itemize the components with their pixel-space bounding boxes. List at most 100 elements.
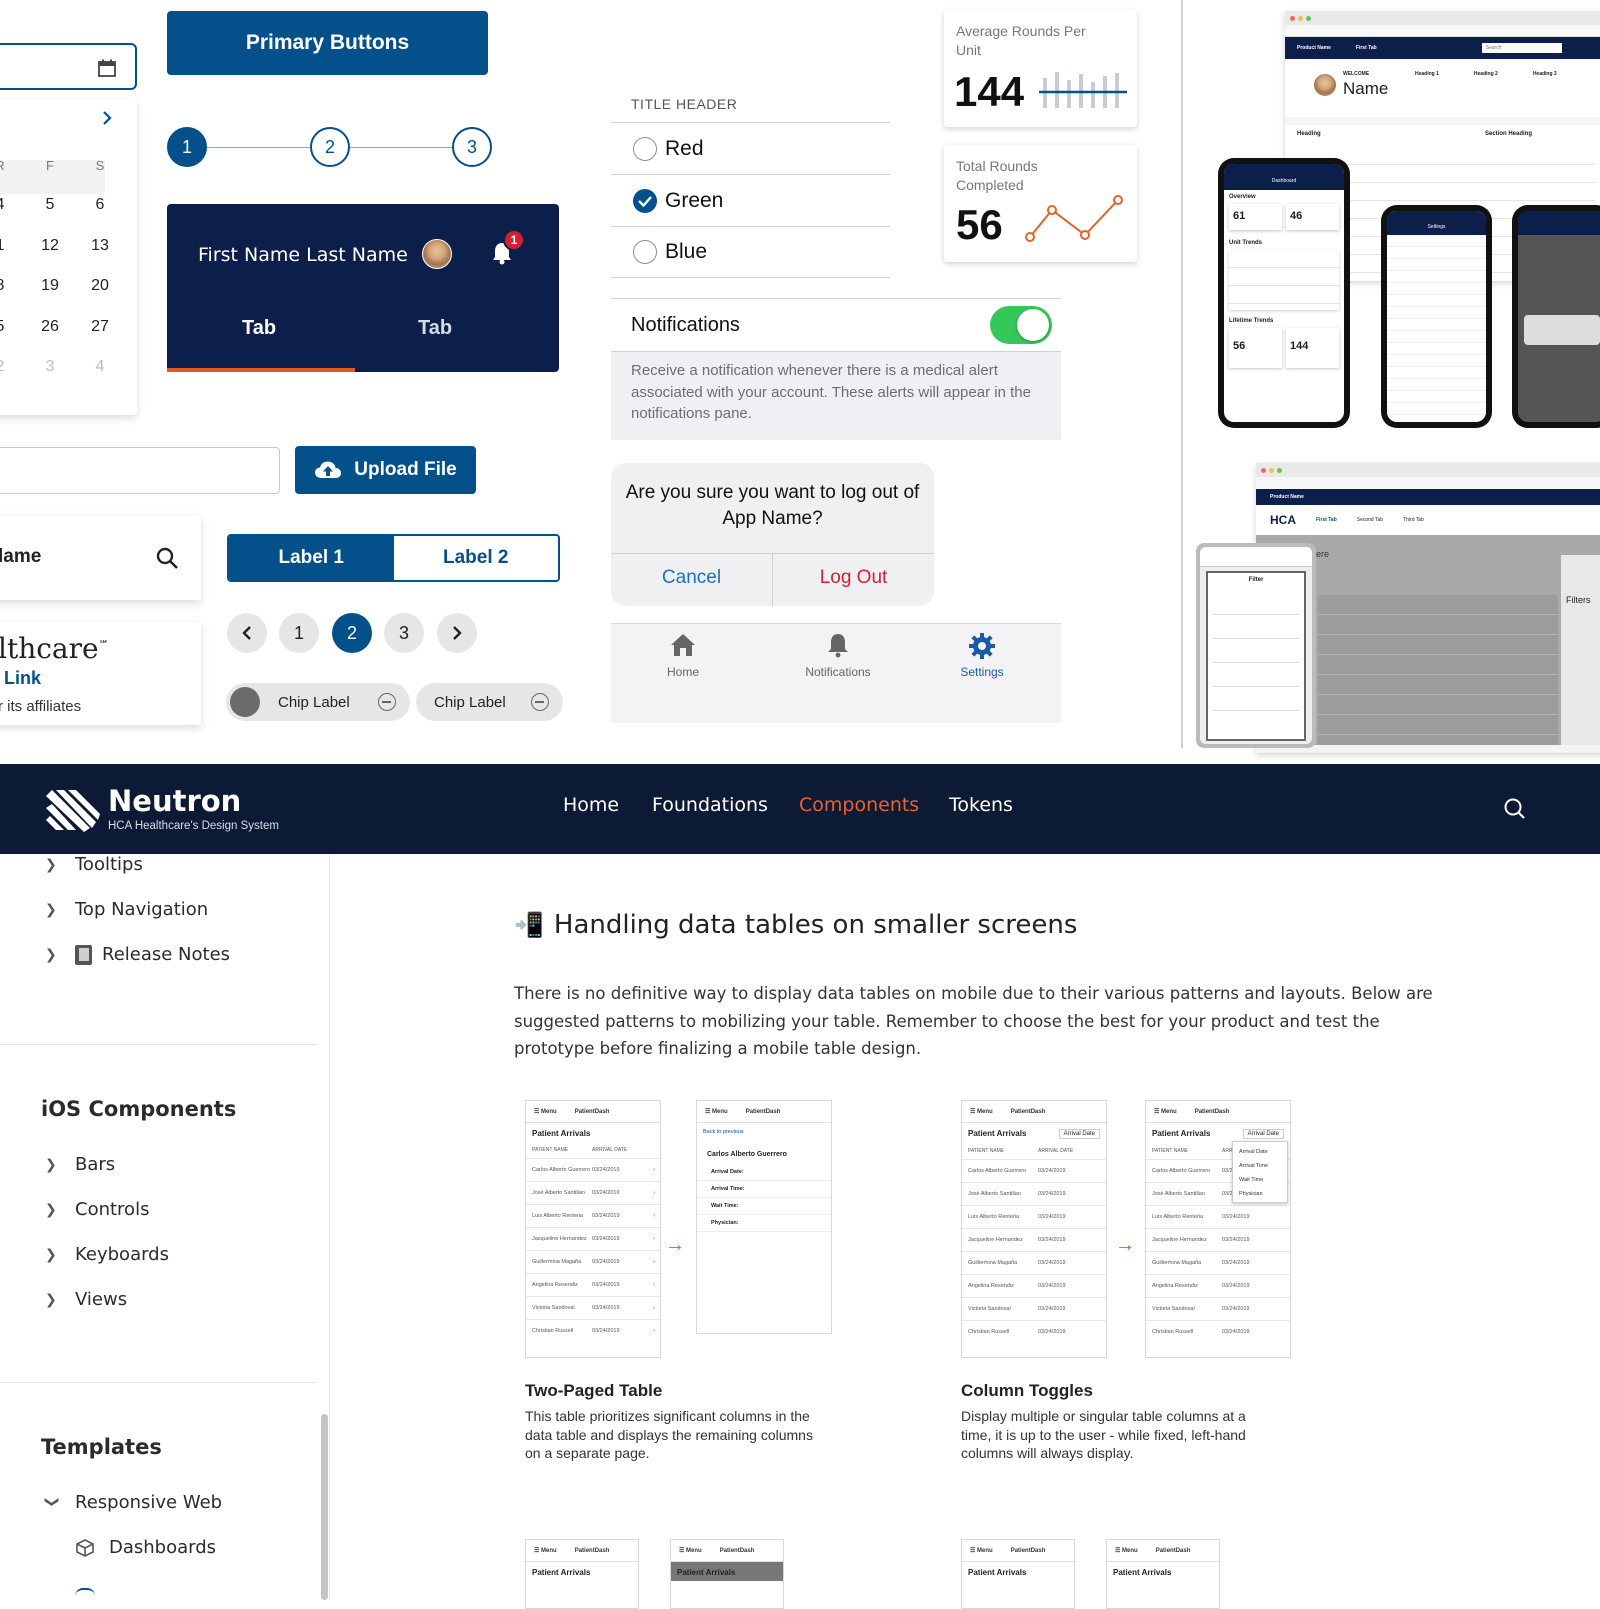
tabbar-label: Notifications (805, 665, 871, 679)
pagination-page-3[interactable]: 3 (384, 613, 424, 653)
tabbar-notifications[interactable]: Notifications (783, 632, 893, 679)
phone-mockup-dashboard: Dashboard Overview 61 46 Unit Trends Lif… (1218, 158, 1350, 428)
radio-option-red[interactable]: Red (611, 122, 890, 174)
calendar-day[interactable]: 5 (0, 318, 15, 336)
pagination-page-1[interactable]: 1 (279, 613, 319, 653)
calendar-day[interactable]: 3 (35, 358, 65, 376)
chevron-right-icon[interactable] (100, 110, 114, 126)
alert-cancel-button[interactable]: Cancel (611, 567, 772, 589)
calendar-day[interactable]: 20 (85, 277, 115, 295)
calendar-day[interactable]: 13 (85, 237, 115, 255)
hero-collage: RFS456112138192052627234 Primary Buttons… (0, 0, 1600, 764)
sidebar-item-controls[interactable]: ❯ Controls (45, 1199, 149, 1220)
menu-option[interactable]: Arrival Time (1239, 1159, 1281, 1173)
notifications-toggle[interactable] (990, 306, 1052, 344)
logo-card-link[interactable]: Link (4, 668, 41, 689)
detail-field: Arrival Date: (697, 1164, 831, 1181)
calendar-day[interactable]: 27 (85, 318, 115, 336)
avatar[interactable] (422, 239, 452, 269)
tabbar-settings[interactable]: Settings (947, 632, 1017, 679)
calendar-day[interactable]: 5 (35, 196, 65, 214)
alert-logout-button[interactable]: Log Out (773, 567, 934, 589)
cube-icon (75, 1588, 95, 1600)
notification-badge: 1 (503, 229, 525, 251)
tabbar-home[interactable]: Home (648, 632, 718, 679)
remove-icon[interactable] (531, 693, 549, 711)
pagination-prev[interactable] (227, 613, 267, 653)
sidebar-item-bars[interactable]: ❯ Bars (45, 1154, 115, 1175)
mock-table-title: Patient Arrivals (532, 1129, 591, 1138)
chevron-right-icon: › (653, 1167, 655, 1173)
search-icon[interactable] (155, 546, 179, 570)
calendar-day[interactable]: 26 (35, 318, 65, 336)
pagination-page-2[interactable]: 2 (332, 613, 372, 653)
stepper-step-3[interactable]: 3 (452, 127, 492, 167)
primary-button[interactable]: Primary Buttons (167, 11, 488, 75)
table-row: Jacqueline Hernandez 03/24/2019 (1146, 1228, 1290, 1251)
card-title-column-toggles: Column Toggles (961, 1381, 1093, 1400)
segment-label-2[interactable]: Label 2 (393, 536, 558, 580)
menu-option[interactable]: Arrival Date (1239, 1145, 1281, 1159)
table-row: Christian Russell 03/24/2019 (962, 1320, 1106, 1343)
nav-components[interactable]: Components (799, 794, 919, 816)
calendar-day[interactable]: 12 (35, 237, 65, 255)
calendar-day[interactable]: 4 (0, 196, 15, 214)
mock-toggle-open-screen: ☰ Menu PatientDash Patient Arrivals Arriva… (1145, 1100, 1291, 1358)
tab-first[interactable]: Tab (242, 317, 276, 340)
nav-foundations[interactable]: Foundations (652, 794, 768, 816)
sidebar-scrollbar[interactable] (321, 1414, 328, 1600)
stepper-step-2[interactable]: 2 (310, 127, 350, 167)
pagination-next[interactable] (437, 613, 477, 653)
chip[interactable]: Chip Label (416, 683, 563, 721)
sparkline-line (1025, 195, 1123, 242)
chevron-right-icon: ❯ (45, 946, 57, 963)
radio-label: Blue (665, 240, 708, 263)
mock-detail-name: Carlos Alberto Guerrero (707, 1151, 787, 1158)
text-input[interactable] (0, 447, 280, 494)
calendar-day[interactable]: 4 (85, 358, 115, 376)
stepper-connector (207, 147, 310, 148)
nav-home[interactable]: Home (563, 794, 619, 816)
calendar-day[interactable]: 1 (0, 237, 15, 255)
detail-field: Wait Time: (697, 1198, 831, 1215)
logo-card: lthcare℠ Link r its affiliates (0, 622, 201, 725)
table-row: Guillermina Magaña 03/24/2019 (962, 1251, 1106, 1274)
stepper-step-1[interactable]: 1 (167, 127, 207, 167)
chevron-right-icon: ❯ (45, 856, 57, 873)
menu-option[interactable]: Wait Time (1239, 1173, 1281, 1187)
brand-tagline: HCA Healthcare's Design System (108, 820, 279, 832)
sidebar-item-tooltips[interactable]: ❯ Tooltips (45, 854, 143, 875)
chip-label: Chip Label (278, 693, 350, 711)
chip[interactable]: Chip Label (226, 683, 410, 721)
calendar-day[interactable]: 6 (85, 196, 115, 214)
table-row: Angelina Resendiz 03/24/2019 › (526, 1273, 660, 1296)
stat-value: 144 (954, 68, 1025, 115)
sidebar-item-responsive-web[interactable]: ❯ Responsive Web (44, 1492, 222, 1513)
calendar-day[interactable]: 2 (0, 358, 15, 376)
date-input[interactable] (0, 43, 137, 90)
sidebar-item-release-notes[interactable]: ❯ Release Notes (45, 944, 230, 965)
tab-second[interactable]: Tab (418, 317, 452, 340)
mock-tab: Third Tab (1403, 517, 1424, 523)
upload-file-button[interactable]: Upload File (295, 446, 476, 494)
sidebar-item-keyboards[interactable]: ❯ Keyboards (45, 1244, 169, 1265)
radio-option-blue[interactable]: Blue (611, 226, 890, 278)
mock-heading: Heading 1 (1415, 71, 1439, 77)
upload-file-label: Upload File (354, 459, 457, 480)
nav-tokens[interactable]: Tokens (949, 794, 1013, 816)
segment-label-1[interactable]: Label 1 (229, 536, 394, 580)
sidebar-divider (0, 1382, 317, 1383)
sidebar-item-views[interactable]: ❯ Views (45, 1289, 127, 1310)
search-card[interactable]: lame (0, 516, 201, 600)
brand-name[interactable]: Neutron (108, 784, 241, 818)
sidebar-item-top-navigation[interactable]: ❯ Top Navigation (45, 899, 208, 920)
calendar-day[interactable]: 8 (0, 277, 15, 295)
menu-option[interactable]: Physician (1239, 1187, 1281, 1201)
sidebar-item-dashboards[interactable]: Dashboards (75, 1537, 216, 1558)
remove-icon[interactable] (378, 693, 396, 711)
search-icon[interactable] (1503, 797, 1527, 821)
calendar-day[interactable]: 19 (35, 277, 65, 295)
table-row: Luis Alberto Renteria 03/24/2019 (962, 1205, 1106, 1228)
radio-option-green[interactable]: Green (611, 174, 890, 226)
chevron-right-icon (453, 626, 462, 640)
